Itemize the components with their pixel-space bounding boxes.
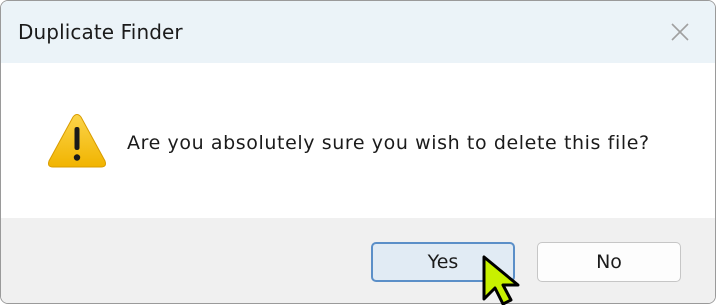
- close-icon: [671, 23, 689, 41]
- confirmation-message: Are you absolutely sure you wish to dele…: [127, 132, 650, 154]
- dialog-window: Duplicate Finder Are you absolutely sure…: [0, 0, 716, 304]
- close-button[interactable]: [659, 11, 701, 53]
- mouse-cursor-icon: [482, 255, 520, 305]
- warning-icon: [48, 114, 106, 168]
- button-bar: Yes No: [1, 218, 715, 303]
- window-title: Duplicate Finder: [18, 20, 183, 44]
- title-bar: Duplicate Finder: [1, 1, 715, 63]
- no-button[interactable]: No: [537, 242, 681, 282]
- message-area: Are you absolutely sure you wish to dele…: [1, 63, 715, 218]
